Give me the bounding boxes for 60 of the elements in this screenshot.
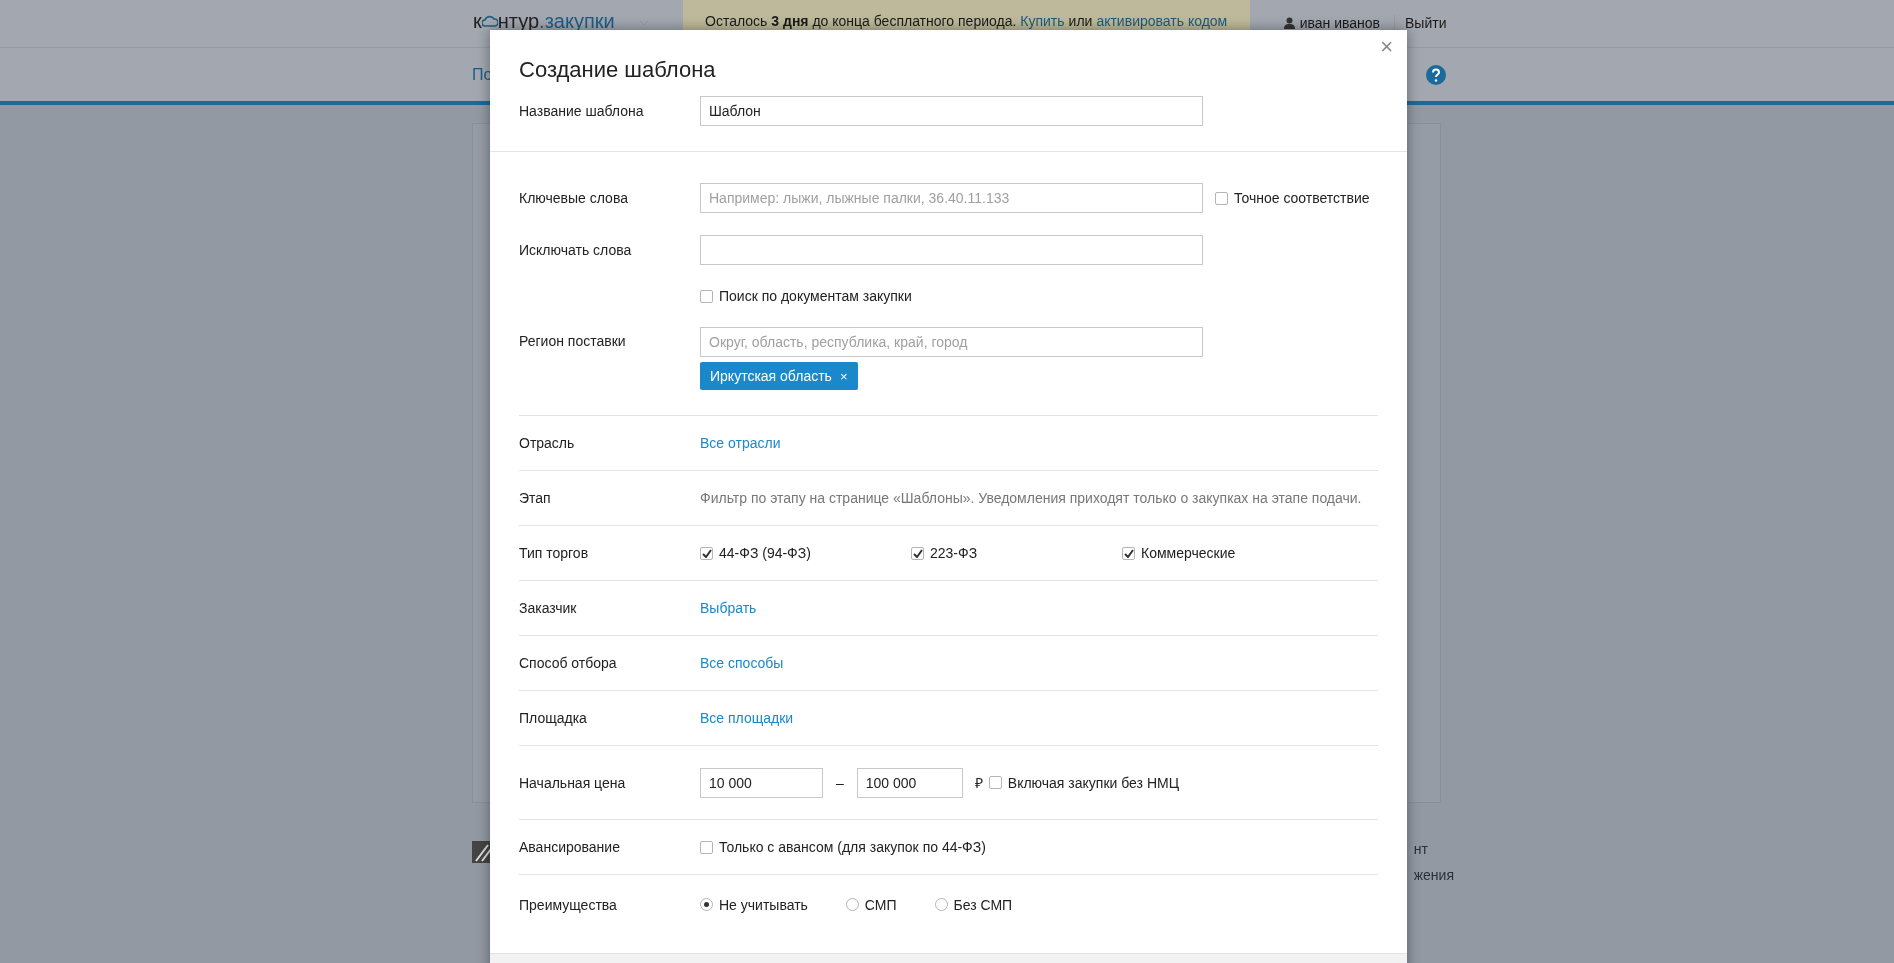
exclude-field[interactable] [700,235,1203,265]
field-label: Площадка [519,710,588,726]
checkbox[interactable] [1122,546,1135,560]
field-label: Заказчик [519,600,578,616]
footer-text: жения [1413,867,1454,883]
checkbox-label: Коммерческие [1141,545,1236,561]
close-button[interactable]: × [1376,34,1397,60]
field-label: Начальная цена [519,774,627,791]
price-from-field[interactable]: 10 000 [700,767,823,798]
field-label: Исключать слова [519,242,633,258]
field-label: Преимущества [519,896,618,913]
template-name-field[interactable]: Шаблон [700,96,1203,126]
radio-label: Без СМП [953,896,1013,913]
remove-tag-button[interactable]: × [839,368,848,384]
field-label: Регион поставки [519,332,627,349]
price-to-field[interactable]: 100 000 [856,767,963,798]
currency-sign: ₽ [974,774,983,792]
checkbox-label: Включая закупки без НМЦ [1007,774,1179,791]
help-icon[interactable] [1426,64,1446,85]
filter-link[interactable]: Выбрать [700,600,757,616]
user-name[interactable]: иван иванов [1299,15,1380,31]
field-label: Отрасль [519,435,576,451]
filter-link[interactable]: Все способы [700,655,784,671]
checkbox-label: Только с авансом (для закупок по 44-ФЗ) [719,839,986,855]
radio-button[interactable] [845,898,859,911]
buy-link[interactable]: Купить [1020,13,1065,29]
radio-label: СМП [864,896,897,913]
radio-label: Не учитывать [719,896,808,913]
field-label: Название шаблона [519,103,645,119]
tag-label: Иркутская область [710,368,832,384]
keywords-field[interactable]: Например: лыжи, лыжные палки, 36.40.11.133 [700,183,1203,213]
field-label: Ключевые слова [519,190,629,206]
checkbox-label: Поиск по документам закупки [719,288,912,304]
range-dash: – [835,774,845,791]
checkbox[interactable] [1215,191,1228,205]
checkbox-label: 223-ФЗ [930,545,978,561]
footer-text: нт [1413,841,1429,857]
caret-icon[interactable] [638,20,649,26]
field-label: Способ отбора [519,655,618,671]
field-label: Авансирование [519,839,621,855]
checkbox[interactable] [700,840,713,854]
dialog-title: Создание шаблона [519,56,716,84]
or-text: или [1068,13,1093,29]
stage-note: Фильтр по этапу на странице «Шаблоны». Уведомления приходят только о закупках на этапе подачи. [700,490,1362,506]
checkbox-label: 44-ФЗ (94-ФЗ) [719,545,811,561]
radio-button[interactable] [934,898,948,911]
field-label: Этап [519,490,552,506]
filter-link[interactable]: Все отрасли [700,435,781,451]
radio-button[interactable] [700,898,713,911]
checkbox[interactable] [700,546,713,560]
checkbox[interactable] [700,289,713,303]
user-icon [1283,17,1295,29]
checkbox-label: Точное соответствие [1234,190,1370,206]
checkbox[interactable] [988,776,1002,789]
field-label: Тип торгов [519,545,590,561]
region-field[interactable]: Округ, область, республика, край, город [700,327,1203,357]
trial-text: Осталось 3 дня до конца бесплатного периода. [705,13,1017,29]
checkbox[interactable] [911,546,924,560]
activate-link[interactable]: активировать кодом [1096,13,1228,29]
filter-link[interactable]: Все площадки [700,710,794,726]
